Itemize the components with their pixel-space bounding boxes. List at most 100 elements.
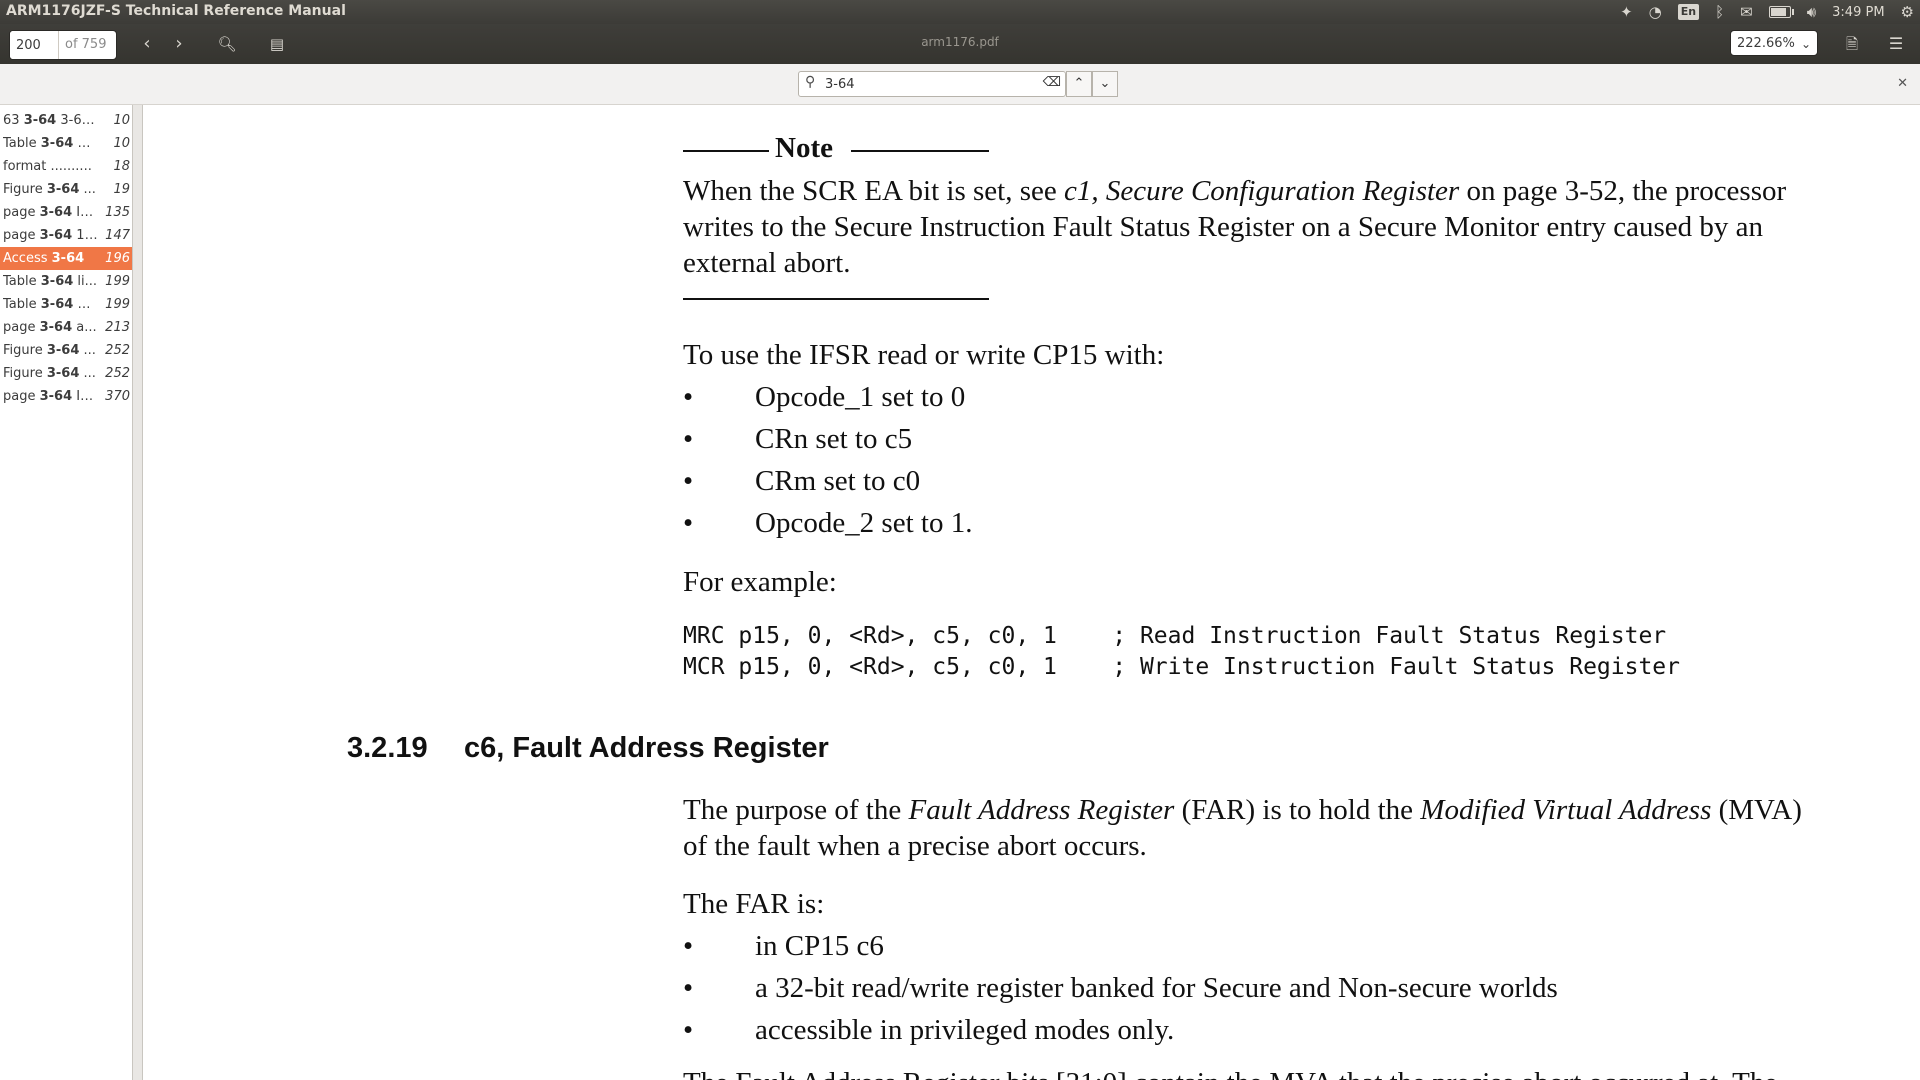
keyboard-layout-indicator[interactable]: En (1677, 4, 1700, 20)
result-snippet: Figure 3-64 ... (3, 366, 98, 381)
search-result-item[interactable]: Figure 3-64 ... 252 (0, 362, 132, 385)
result-prefix: format .......... (3, 159, 92, 174)
result-match: 3-64 (46, 182, 80, 197)
find-input[interactable] (825, 75, 1025, 93)
result-snippet: Figure 3-64 ... (3, 182, 98, 197)
bullet-marker: • (683, 507, 694, 539)
result-prefix: Table (3, 274, 41, 289)
result-match: 3-64 (39, 228, 73, 243)
bullet-marker: • (683, 1014, 694, 1046)
page-number-input[interactable] (10, 31, 59, 59)
annotations-button[interactable]: 🗎 (1839, 32, 1865, 56)
result-snippet: Access 3-64 (3, 251, 98, 266)
result-suffix: ... (79, 366, 96, 381)
result-prefix: Figure (3, 182, 47, 197)
result-page-number: 370 (105, 389, 130, 404)
result-suffix: R... (73, 297, 98, 312)
result-snippet: Table 3-64 li... (3, 274, 98, 289)
result-page-number: 135 (105, 205, 130, 220)
bullet-marker: • (683, 465, 694, 497)
bullet-text: in CP15 c6 (755, 930, 884, 962)
bullet-text: a 32-bit read/write register banked for … (755, 972, 1558, 1004)
note-paragraph: When the SCR EA bit is set, see c1, Secu… (683, 173, 1833, 281)
result-match: 3-64 (40, 136, 74, 151)
far-paragraph: The purpose of the Fault Address Registe… (683, 792, 1833, 864)
result-suffix: ... (79, 182, 96, 197)
far-text: (FAR) is to hold the (1174, 794, 1421, 826)
result-match: 3-64 (39, 320, 73, 335)
result-suffix: A... (73, 136, 98, 151)
bluetooth-icon[interactable]: ᛒ (1715, 0, 1724, 24)
search-result-item[interactable]: format .......... 18 (0, 155, 132, 178)
battery-icon[interactable] (1768, 6, 1794, 18)
document-icon: ▤ (269, 35, 285, 53)
search-result-item[interactable]: page 3-64 In... 370 (0, 385, 132, 408)
section-number: 3.2.19 (347, 732, 428, 764)
result-match: 3-64 (40, 297, 74, 312)
sidebar-toggle-button[interactable]: ▤ (264, 32, 290, 56)
result-snippet: page 3-64 a... (3, 320, 98, 335)
note-rule-left (683, 150, 769, 152)
result-prefix: Table (3, 136, 41, 151)
find-field[interactable]: ⚲ ⌫ (798, 71, 1066, 97)
results-list: 63 3-64 3-66 ... 10 Table 3-64 A... 10 forma… (0, 105, 132, 408)
search-result-item[interactable]: Figure 3-64 ... 252 (0, 339, 132, 362)
bullet-text: Opcode_2 set to 1. (755, 507, 973, 539)
result-page-number: 19 (113, 182, 130, 197)
hamburger-menu-icon: ☰ (1888, 34, 1904, 53)
result-suffix: li... (73, 274, 98, 289)
result-match: 3-64 (23, 113, 57, 128)
result-suffix: 3-66 ... (60, 113, 98, 128)
page-total-label: of 759 (65, 37, 107, 52)
find-button[interactable]: 🔍︎ (214, 32, 240, 56)
result-snippet: page 3-64 In... (3, 389, 98, 404)
zoom-select[interactable]: 222.66% ⌄ (1730, 30, 1818, 56)
next-page-button[interactable]: › (166, 32, 192, 56)
system-tray: ✦ ◔ En ᛒ ✉ 🔊︎ 3:49 PM ⚙ (1620, 0, 1920, 24)
far-term: Modified Virtual Address (1420, 794, 1712, 826)
find-next-button[interactable]: ⌄ (1092, 71, 1118, 97)
result-snippet: page 3-64 In... (3, 205, 98, 220)
clear-icon[interactable]: ⌫ (1043, 75, 1061, 90)
result-prefix: page (3, 389, 40, 404)
search-result-item[interactable]: page 3-64 In... 135 (0, 201, 132, 224)
clock[interactable]: 3:49 PM (1832, 5, 1884, 20)
result-page-number: 10 (113, 136, 130, 151)
dropbox-icon[interactable]: ✦ (1620, 0, 1633, 24)
page-navigator: of 759 (9, 30, 117, 60)
result-page-number: 199 (105, 297, 130, 312)
wifi-icon[interactable]: ◔ (1649, 0, 1662, 24)
result-match: 3-64 (46, 343, 80, 358)
result-suffix: 1 I... (76, 228, 98, 243)
menu-button[interactable]: ☰ (1883, 32, 1909, 56)
result-suffix: In... (72, 389, 98, 404)
bullet-text: Opcode_1 set to 0 (755, 381, 966, 413)
chevron-up-icon: ⌃ (1073, 76, 1085, 91)
far-term: Fault Address Register (908, 794, 1175, 826)
bullet-text: accessible in privileged modes only. (755, 1014, 1175, 1046)
gear-icon[interactable]: ⚙ (1901, 0, 1914, 24)
result-snippet: Table 3-64 R... (3, 297, 98, 312)
search-result-item[interactable]: page 3-64 a... 213 (0, 316, 132, 339)
previous-page-button[interactable]: ‹ (134, 32, 160, 56)
bullet-marker: • (683, 972, 694, 1004)
window-title: ARM1176JZF-S Technical Reference Manual (6, 3, 346, 19)
search-result-item[interactable]: page 3-64 1 I... 147 (0, 224, 132, 247)
example-intro: For example: (683, 566, 837, 598)
sidebar-divider[interactable] (133, 105, 143, 1080)
search-result-item[interactable]: Table 3-64 R... 199 (0, 293, 132, 316)
search-result-item[interactable]: Table 3-64 li... 199 (0, 270, 132, 293)
search-result-item[interactable]: 63 3-64 3-66 ... 10 (0, 109, 132, 132)
chevron-down-icon: ⌄ (1099, 76, 1111, 91)
zoom-value: 222.66% (1737, 36, 1795, 51)
result-prefix: 63 (3, 113, 24, 128)
find-previous-button[interactable]: ⌃ (1066, 71, 1092, 97)
close-icon[interactable]: ✕ (1897, 76, 1908, 91)
volume-icon[interactable]: 🔊︎ (1807, 0, 1816, 24)
result-page-number: 213 (105, 320, 130, 335)
mail-icon[interactable]: ✉ (1740, 0, 1753, 24)
search-result-item[interactable]: Table 3-64 A... 10 (0, 132, 132, 155)
search-result-item[interactable]: Access 3-64 196 (0, 247, 132, 270)
search-result-item[interactable]: Figure 3-64 ... 19 (0, 178, 132, 201)
note-heading: Note (775, 132, 833, 164)
